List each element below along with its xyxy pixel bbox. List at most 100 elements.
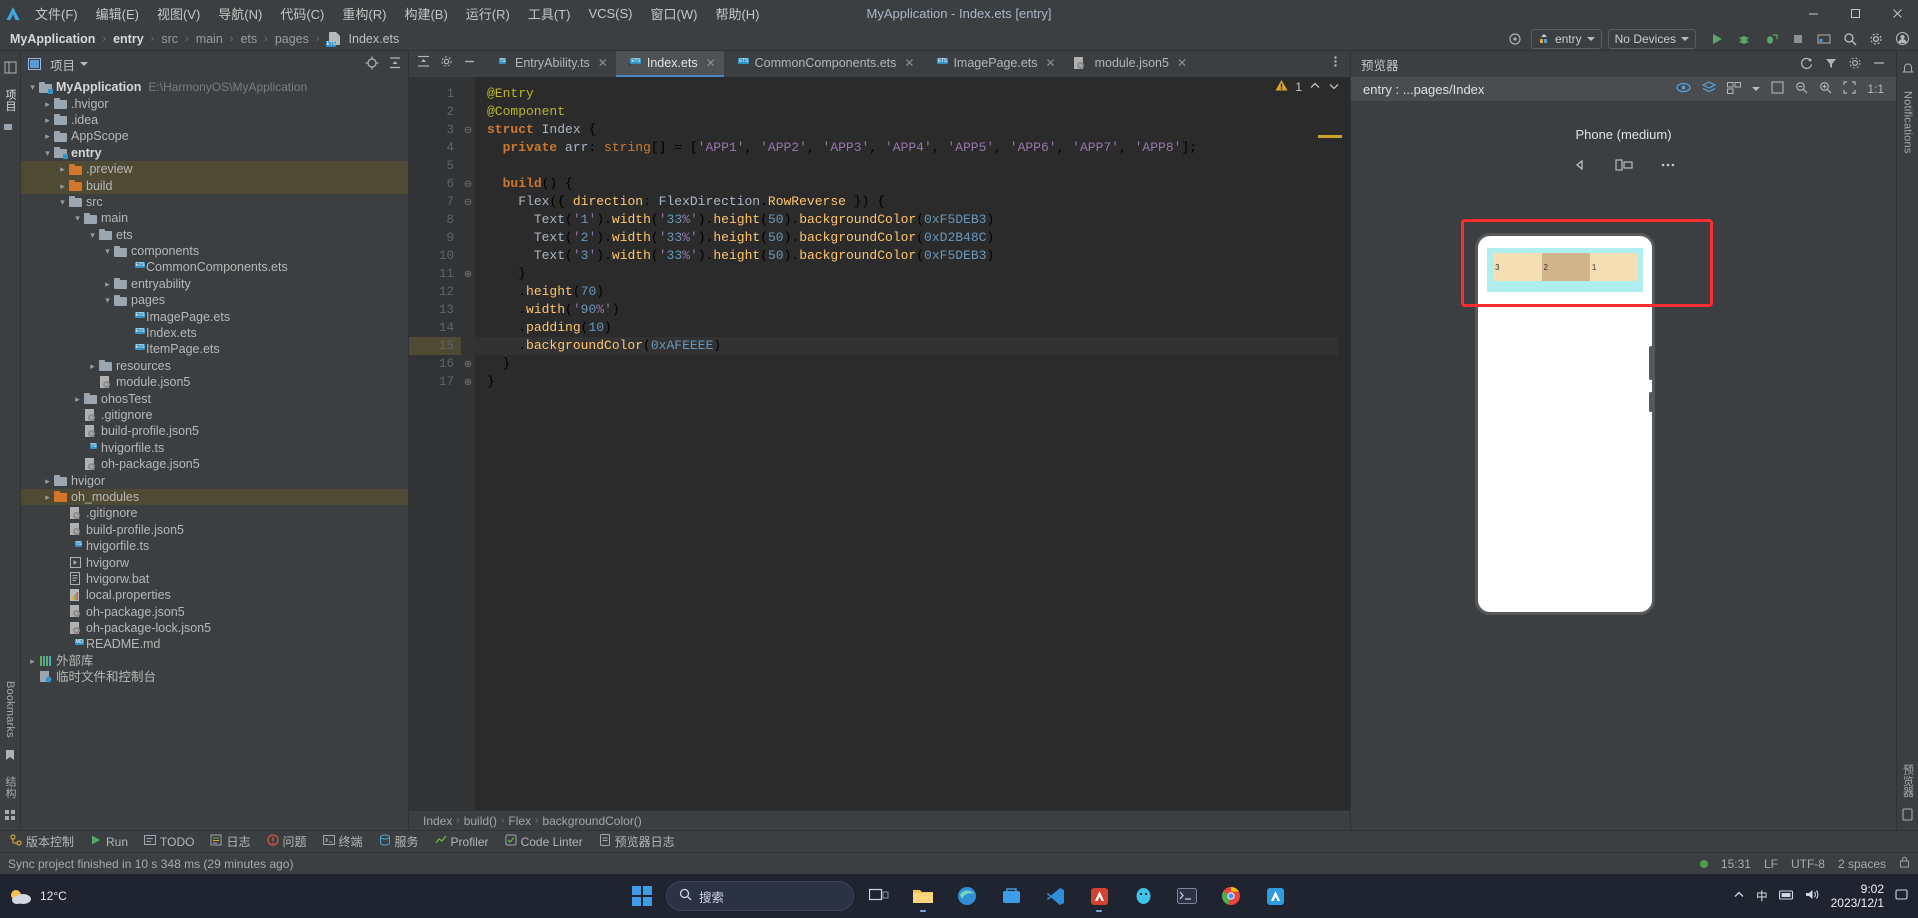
weather-widget[interactable]: 12°C	[0, 887, 170, 905]
tool-window--[interactable]: 终端	[322, 833, 363, 850]
deveco-icon[interactable]	[1080, 878, 1118, 914]
ime-indicator[interactable]: 中	[1756, 888, 1768, 904]
breadcrumb-item-src[interactable]: src	[157, 31, 182, 47]
minimize-button[interactable]	[1792, 0, 1834, 27]
task-view-icon[interactable]	[860, 878, 898, 914]
tree-item--[interactable]: ▸ 外部库	[21, 653, 408, 669]
editor-crumb-bgcolor[interactable]: backgroundColor()	[542, 814, 641, 828]
menu-help[interactable]: 帮助(H)	[706, 1, 768, 26]
chevron-right-icon[interactable]: ▸	[57, 178, 68, 194]
editor-tab-imagepage-ets[interactable]: ETS ImagePage.ets ✕	[922, 51, 1063, 77]
tree-item--hvigor[interactable]: ▸ .hvigor	[21, 95, 408, 111]
tree-item-pages[interactable]: ▾ pages	[21, 292, 408, 308]
line-separator-label[interactable]: LF	[1764, 857, 1778, 871]
notification-center-icon[interactable]	[1895, 888, 1908, 904]
chevron-down-icon[interactable]	[80, 62, 89, 66]
tree-item-commoncomponents-ets[interactable]: ETS CommonComponents.ets	[21, 259, 408, 275]
device-manager-icon[interactable]	[1505, 29, 1525, 49]
chevron-right-icon[interactable]: ▸	[57, 161, 68, 177]
edge-icon[interactable]	[948, 878, 986, 914]
code-line[interactable]: struct Index {	[475, 121, 1338, 139]
chevron-down-icon[interactable]: ▾	[102, 243, 113, 259]
editor-tab-entryability-ts[interactable]: TS EntryAbility.ts ✕	[484, 51, 616, 77]
bottom-tool-window-bar[interactable]: 版本控制 Run TODO 日志 问题 终端 服务 Profiler Code Linter 预览…	[0, 830, 1918, 852]
locate-file-icon[interactable]	[365, 56, 379, 73]
code-content[interactable]: @Entry @Component struct Index { private a…	[475, 77, 1338, 810]
fold-toggle-icon[interactable]: ⊕	[461, 373, 475, 391]
device-frame-icon[interactable]	[1771, 81, 1784, 97]
code-line[interactable]: @Component	[475, 103, 1338, 121]
tool-window--[interactable]: 日志	[210, 833, 251, 850]
code-line[interactable]: }	[475, 373, 1338, 391]
refresh-icon[interactable]	[1800, 56, 1814, 73]
sidebar-item-notifications[interactable]: Notifications	[1900, 85, 1916, 160]
layers-icon[interactable]	[1702, 81, 1717, 97]
tree-item--gitignore[interactable]: .gitignore	[21, 505, 408, 521]
next-problem-icon[interactable]	[1328, 80, 1340, 95]
chevron-right-icon[interactable]: ▸	[42, 128, 53, 144]
fold-toggle-icon[interactable]: ⊕	[461, 265, 475, 283]
code-editor[interactable]: 1 1 2 3 4 5 6 7 8 9 10 11 12 13 14 15 16 17 ⊖ ⊖ ⊖ ⊕ ⊕ ⊕ @Entr…	[409, 77, 1350, 810]
tool-window-code-linter[interactable]: Code Linter	[505, 834, 583, 849]
code-line[interactable]	[475, 157, 1338, 175]
tree-item-local-properties[interactable]: local.properties	[21, 587, 408, 603]
tree-item-oh-package-json5[interactable]: oh-package.json5	[21, 604, 408, 620]
menu-window[interactable]: 窗口(W)	[642, 1, 707, 26]
project-tree[interactable]: ▾ MyApplication E:\HarmonyOS\MyApplication…	[21, 77, 408, 830]
project-panel-title-group[interactable]: 项目	[27, 55, 89, 74]
editor-tab-index-ets[interactable]: ETS Index.ets ✕	[615, 51, 724, 77]
taskbar-clock[interactable]: 9:02 2023/12/1	[1831, 882, 1884, 910]
tree-item--preview[interactable]: ▸ .preview	[21, 160, 408, 178]
tree-item-hvigor[interactable]: ▸ hvigor	[21, 472, 408, 488]
taskbar-search-box[interactable]: 搜索	[666, 881, 854, 911]
code-line[interactable]: Text('2').width('33%').height(50).backgr…	[475, 229, 1338, 247]
chevron-right-icon[interactable]: ▸	[42, 473, 53, 489]
editor-tab-module-json5[interactable]: module.json5 ✕	[1064, 51, 1195, 77]
run-configuration-selector[interactable]: entry	[1530, 28, 1602, 49]
sidebar-item-previewer[interactable]: 预览器	[1898, 758, 1918, 804]
volume-icon[interactable]	[1805, 888, 1820, 904]
tree-item--[interactable]: 临时文件和控制台	[21, 669, 408, 685]
tree-item-myapplication[interactable]: ▾ MyApplication E:\HarmonyOS\MyApplication	[21, 79, 408, 95]
structure-icon[interactable]	[3, 121, 17, 139]
tool-window--[interactable]: 版本控制	[10, 833, 74, 850]
gear-icon[interactable]	[1848, 56, 1862, 73]
project-view-icon[interactable]	[4, 61, 17, 79]
menu-build[interactable]: 构建(B)	[395, 1, 456, 26]
chevron-right-icon[interactable]: ▸	[42, 96, 53, 112]
tree-item-oh-package-json5[interactable]: oh-package.json5	[21, 456, 408, 472]
tool-window-profiler[interactable]: Profiler	[435, 834, 489, 849]
network-icon[interactable]	[1778, 888, 1794, 904]
grid-layout-icon[interactable]	[1727, 81, 1742, 97]
tree-item-resources[interactable]: ▸ resources	[21, 358, 408, 374]
tree-item-hvigorw-bat[interactable]: hvigorw.bat	[21, 571, 408, 587]
chevron-down-icon[interactable]: ▾	[27, 79, 38, 95]
code-line[interactable]: }	[475, 355, 1338, 373]
menu-code[interactable]: 代码(C)	[271, 1, 333, 26]
tree-item-ets[interactable]: ▾ ets	[21, 227, 408, 243]
code-folding-strip[interactable]: ⊖ ⊖ ⊖ ⊕ ⊕ ⊕	[461, 77, 475, 810]
code-line[interactable]: .backgroundColor(0xAFEEEE)	[475, 337, 1338, 355]
grid-icon[interactable]	[4, 808, 16, 826]
tool-window-run[interactable]: Run	[90, 834, 128, 849]
tree-item-build-profile-json5[interactable]: build-profile.json5	[21, 423, 408, 439]
code-line[interactable]: @Entry	[475, 85, 1338, 103]
tree-item-entryability[interactable]: ▸ entryability	[21, 276, 408, 292]
tree-item-components[interactable]: ▾ components	[21, 243, 408, 259]
maximize-button[interactable]	[1834, 0, 1876, 27]
tree-item-entry[interactable]: ▾ entry	[21, 145, 408, 161]
sidebar-item-bookmarks[interactable]: Bookmarks	[2, 675, 18, 744]
device-selector[interactable]: No Devices	[1607, 28, 1696, 49]
tree-item--idea[interactable]: ▸ .idea	[21, 112, 408, 128]
device-file-browser-icon[interactable]	[1814, 29, 1834, 49]
prev-problem-icon[interactable]	[1309, 80, 1321, 95]
gear-icon[interactable]	[1866, 29, 1886, 49]
tree-item-module-json5[interactable]: module.json5	[21, 374, 408, 390]
menu-refactor[interactable]: 重构(R)	[333, 1, 395, 26]
sidebar-item-project[interactable]: 项目	[0, 83, 20, 117]
vscode-icon[interactable]	[1036, 878, 1074, 914]
debug-button[interactable]	[1734, 29, 1754, 49]
breadcrumb-item-pages[interactable]: pages	[271, 31, 313, 47]
store-icon[interactable]	[992, 878, 1030, 914]
tree-item-hvigorfile-ts[interactable]: TS hvigorfile.ts	[21, 538, 408, 554]
